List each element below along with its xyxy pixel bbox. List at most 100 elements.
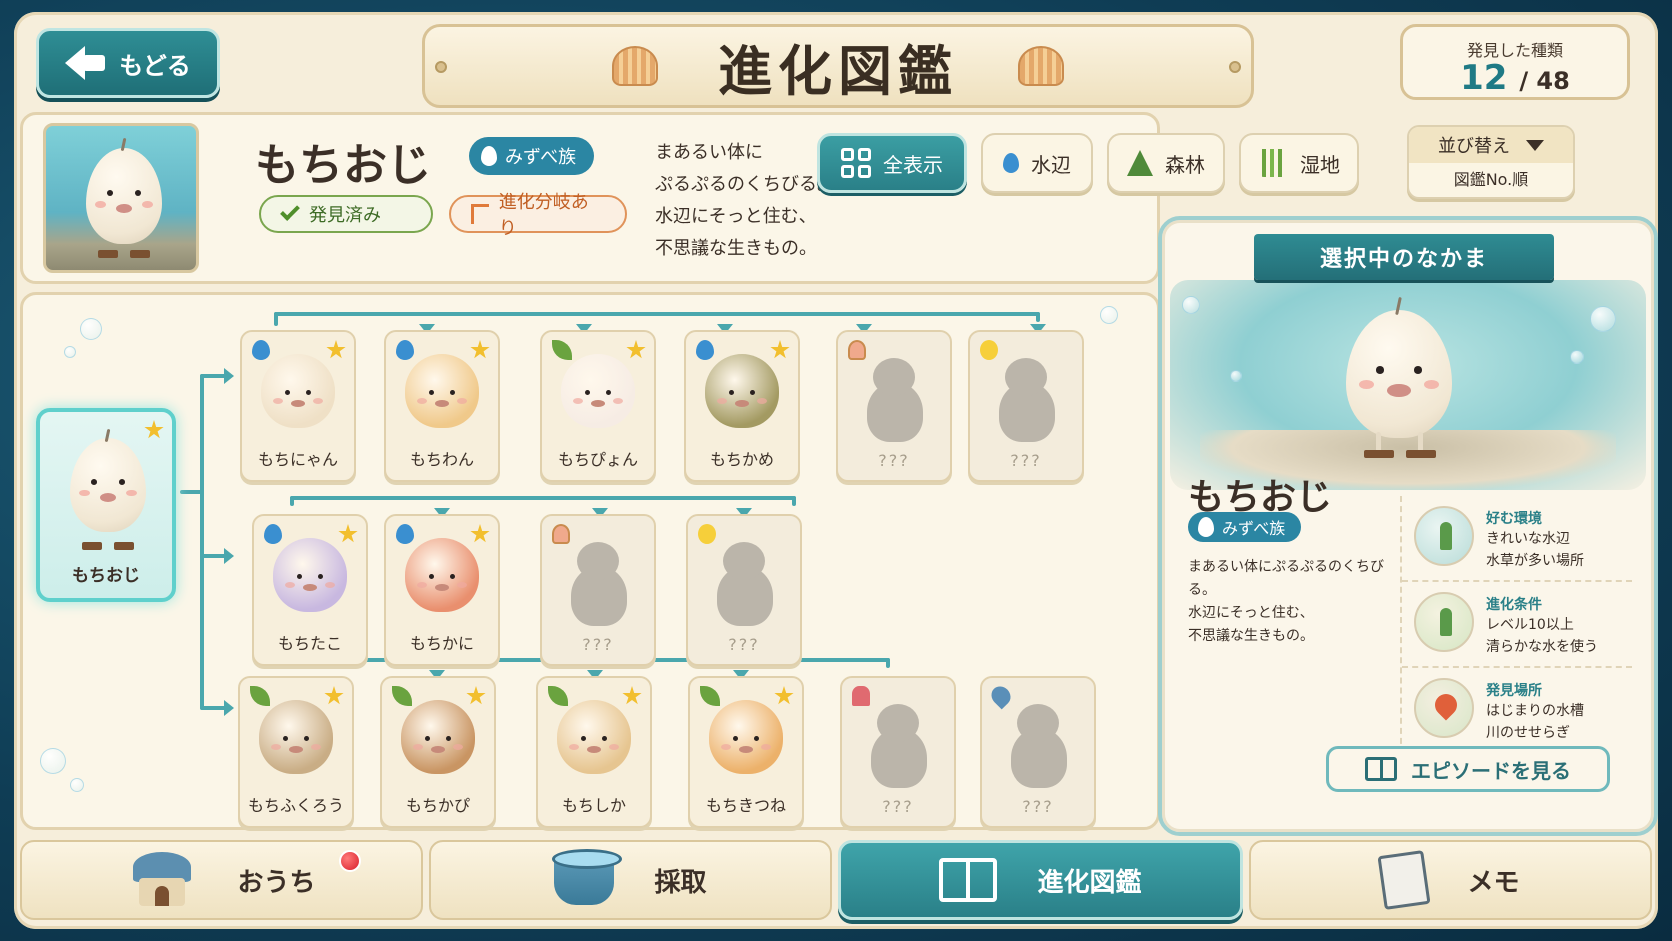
card-name: ??? (582, 635, 614, 654)
filter-forest-label: 森林 (1165, 152, 1205, 177)
reed-icon (1258, 149, 1288, 177)
unknown-silhouette (991, 358, 1061, 444)
sort-label: 並び替え (1438, 136, 1510, 157)
sort-value: 図鑑No.順 (1453, 170, 1529, 189)
filter-all-button[interactable]: 全表示 (817, 133, 967, 193)
evolution-card-locked[interactable]: ??? (836, 330, 952, 482)
title-plate: 進化図鑑 (422, 24, 1254, 108)
creature-image (557, 700, 631, 780)
row-line: レベル10以上 (1486, 617, 1574, 633)
nav-gather-label: 採取 (654, 867, 707, 898)
mochioji-large-image (1346, 297, 1452, 438)
map-pin-icon (1414, 678, 1474, 738)
mochioji-portrait-image (86, 138, 162, 244)
nav-tab-memo[interactable]: メモ (1249, 840, 1652, 920)
row-line: きれいな水辺 (1486, 531, 1570, 547)
card-name: ??? (728, 635, 760, 654)
evolution-card[interactable]: もちふくろう (238, 676, 354, 828)
counter-value: 12 / 48 (1403, 61, 1627, 98)
detail-desc-line: 水辺にそっと住む、 (1188, 605, 1314, 621)
nav-tab-home[interactable]: おうち (20, 840, 423, 920)
tree-icon (1127, 150, 1153, 176)
mochioji-thumb-image (70, 428, 146, 532)
evolution-card[interactable]: もちにゃん (240, 330, 356, 482)
star-icon (144, 420, 164, 439)
detail-tribe-badge: みずべ族 (1188, 512, 1302, 542)
nav-memo-label: メモ (1467, 867, 1520, 898)
nav-tab-dex[interactable]: 進化図鑑 (838, 840, 1243, 920)
card-name: もちにゃん (257, 450, 338, 469)
evolution-card[interactable]: もちきつね (688, 676, 804, 828)
shell-icon (848, 340, 866, 360)
filter-water-label: 水辺 (1031, 152, 1071, 177)
sort-dropdown[interactable]: 並び替え 図鑑No.順 (1407, 125, 1575, 199)
card-name: ??? (1022, 797, 1054, 816)
episode-label: エピソードを見る (1411, 758, 1571, 783)
filter-wetland-label: 湿地 (1300, 152, 1340, 177)
selected-portrait (43, 123, 199, 273)
evolution-card[interactable]: もちかに (384, 514, 500, 666)
evolution-card[interactable]: もちぴょん (540, 330, 656, 482)
creature-image (709, 700, 783, 780)
nav-tab-gather[interactable]: 採取 (429, 840, 832, 920)
evolution-card-locked[interactable]: ??? (840, 676, 956, 828)
evolution-card-locked[interactable]: ??? (968, 330, 1084, 482)
unknown-silhouette (1003, 704, 1073, 790)
bubble-decoration (64, 346, 76, 358)
evolution-card-locked[interactable]: ??? (980, 676, 1096, 828)
tree-root-card[interactable]: もちおじ (36, 408, 176, 602)
filter-water-button[interactable]: 水辺 (981, 133, 1093, 193)
bubble-decoration (40, 748, 66, 774)
bottom-nav: おうち 採取 進化図鑑 メモ (20, 840, 1652, 922)
back-button[interactable]: もどる (36, 28, 220, 98)
branch-label: 進化分岐あり (498, 192, 589, 239)
bucket-icon (552, 849, 623, 905)
shell-icon-left (612, 46, 658, 86)
discovery-location-row: 発見場所 はじまりの水槽 川のせせらぎ (1402, 668, 1632, 754)
view-episode-button[interactable]: エピソードを見る (1326, 746, 1610, 792)
grid-icon (841, 148, 871, 178)
row-line: 清らかな水を使う (1486, 639, 1598, 655)
evolution-card-locked[interactable]: ??? (540, 514, 656, 666)
evolution-card[interactable]: もちしか (536, 676, 652, 828)
selected-name: もちおじ (255, 140, 431, 191)
row-title: 進化条件 (1486, 597, 1542, 613)
water-drop-icon (1198, 517, 1214, 537)
water-drop-icon (481, 146, 497, 166)
sprout-icon (1414, 592, 1474, 652)
coral-icon (852, 686, 870, 706)
found-status-pill: 発見済み (259, 195, 433, 233)
row-title: 発見場所 (1486, 683, 1542, 699)
evolution-condition-row: 進化条件 レベル10以上 清らかな水を使う (1402, 582, 1632, 668)
branch-status-pill: 進化分岐あり (449, 192, 627, 239)
duck-icon (980, 340, 998, 360)
water-drop-icon (1003, 153, 1019, 173)
found-label: 発見済み (309, 205, 381, 226)
filter-forest-button[interactable]: 森林 (1107, 133, 1225, 193)
counter-total: / 48 (1519, 67, 1570, 95)
detail-desc-line: まあるい体にぷるぷるのくちびる。 (1188, 559, 1384, 598)
evolution-card[interactable]: もちかめ (684, 330, 800, 482)
creature-image (561, 354, 635, 434)
card-name: ??? (878, 451, 910, 470)
nav-dex-label: 進化図鑑 (1037, 867, 1142, 898)
evolution-card[interactable]: もちかぴ (380, 676, 496, 828)
card-name: もちきつね (705, 796, 786, 815)
rivet-left (435, 61, 447, 73)
back-label: もどる (119, 51, 191, 80)
creature-image (401, 700, 475, 780)
unknown-silhouette (863, 704, 933, 790)
evolution-card-locked[interactable]: ??? (686, 514, 802, 666)
memo-icon (1377, 850, 1432, 910)
desc-line: 水辺にそっと住む、 (655, 206, 817, 227)
sort-header: 並び替え (1409, 127, 1573, 163)
evolution-card[interactable]: もちわん (384, 330, 500, 482)
card-name: ??? (882, 797, 914, 816)
back-arrow-icon (65, 46, 106, 80)
selected-detail-panel: 選択中のなかま もちおじ みずべ族 まあるい体にぷるぷるのくちびる。 水辺にそっ… (1158, 216, 1658, 836)
evolution-card[interactable]: もちたこ (252, 514, 368, 666)
card-name: もちわん (409, 450, 474, 469)
notification-dot (339, 850, 361, 872)
filter-wetland-button[interactable]: 湿地 (1239, 133, 1359, 193)
open-book-icon (939, 858, 998, 902)
